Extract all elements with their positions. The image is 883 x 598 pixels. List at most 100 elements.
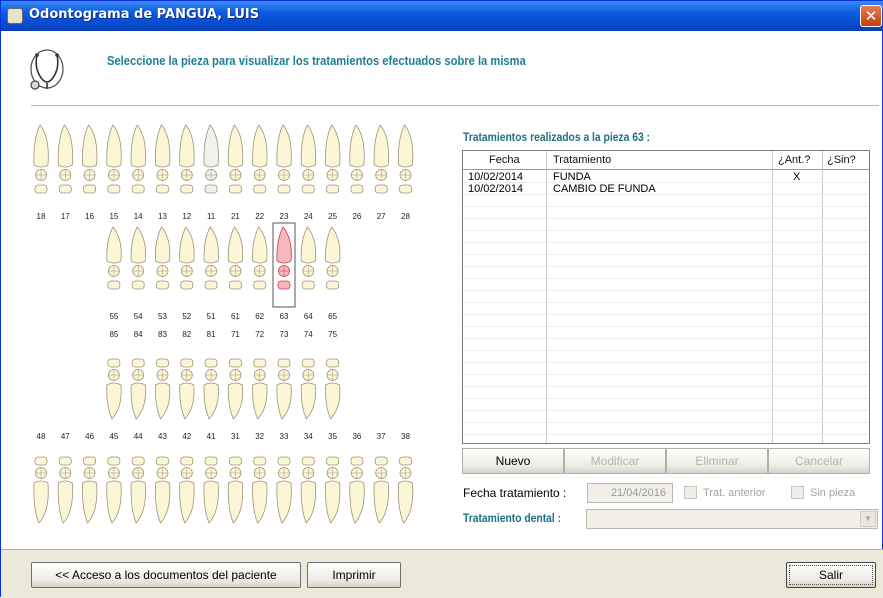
tooth-42[interactable]: [179, 456, 195, 524]
tooth-34[interactable]: [300, 456, 316, 524]
tratamiento-dental-select[interactable]: ▼: [586, 509, 878, 529]
tooth-65[interactable]: [325, 226, 341, 290]
tooth-47[interactable]: [57, 456, 73, 524]
tooth-25[interactable]: [325, 124, 341, 194]
tooth-26[interactable]: [349, 124, 365, 194]
table-row-empty[interactable]: [463, 207, 869, 219]
tooth-53[interactable]: [154, 226, 171, 290]
tooth-51[interactable]: [203, 226, 219, 290]
exit-button[interactable]: Salir: [786, 562, 876, 588]
tooth-14[interactable]: [130, 124, 146, 194]
tooth-61[interactable]: [227, 226, 244, 290]
table-row-empty[interactable]: [463, 363, 869, 375]
table-row-empty[interactable]: [463, 339, 869, 351]
tooth-11[interactable]: [203, 124, 219, 194]
tooth-12[interactable]: [179, 124, 195, 194]
cancelar-button[interactable]: Cancelar: [768, 448, 870, 474]
tooth-82[interactable]: [179, 358, 195, 420]
table-row-empty[interactable]: [463, 195, 869, 207]
tooth-63[interactable]: [272, 222, 296, 308]
tooth-41[interactable]: [203, 456, 219, 524]
tooth-root: [154, 124, 171, 168]
tooth-24[interactable]: [300, 124, 317, 194]
table-row-empty[interactable]: [463, 231, 869, 243]
tooth-36[interactable]: [349, 456, 365, 524]
col-header-sin[interactable]: ¿Sin?: [827, 154, 856, 166]
tooth-28[interactable]: [397, 124, 414, 194]
title-bar[interactable]: Odontograma de PANGUA, LUIS ✕: [1, 1, 883, 31]
tooth-46[interactable]: [82, 456, 98, 524]
tooth-45[interactable]: [106, 456, 122, 524]
sin-pieza-checkbox[interactable]: [791, 486, 804, 499]
table-row-empty[interactable]: [463, 399, 869, 411]
table-row[interactable]: 10/02/2014 FUNDA X: [463, 171, 869, 183]
tooth-62[interactable]: [252, 226, 268, 290]
table-row-empty[interactable]: [463, 291, 869, 303]
table-row-empty[interactable]: [463, 351, 869, 363]
tooth-54[interactable]: [130, 226, 146, 290]
odontogram-chart[interactable]: 18 17 16 15 14 13 12 11 21 22 23 24 25 26 27 28 55 54 53 52…: [29, 119, 437, 539]
tooth-81[interactable]: [203, 358, 219, 420]
print-button[interactable]: Imprimir: [307, 562, 401, 588]
tooth-74[interactable]: [300, 358, 316, 420]
tooth-number: 82: [182, 330, 191, 339]
table-row-empty[interactable]: [463, 279, 869, 291]
table-row-empty[interactable]: [463, 423, 869, 435]
table-row-empty[interactable]: [463, 375, 869, 387]
fecha-tratamiento-field[interactable]: 21/04/2016: [587, 483, 673, 503]
tooth-55[interactable]: [106, 226, 122, 290]
tooth-root: [130, 124, 146, 168]
tooth-44[interactable]: [130, 456, 146, 524]
tooth-22[interactable]: [252, 124, 268, 194]
treatments-table[interactable]: Fecha Tratamiento ¿Ant.? ¿Sin? 10/02/201…: [462, 150, 870, 444]
tooth-18[interactable]: [33, 124, 49, 194]
tooth-52[interactable]: [179, 226, 195, 290]
tooth-number: 34: [304, 432, 313, 441]
table-row-empty[interactable]: [463, 315, 869, 327]
tooth-64[interactable]: [300, 226, 317, 290]
tooth-38[interactable]: [397, 456, 414, 524]
tooth-27[interactable]: [373, 124, 389, 194]
close-button[interactable]: ✕: [860, 5, 882, 27]
tooth-48[interactable]: [33, 456, 49, 524]
tooth-37[interactable]: [373, 456, 389, 524]
trat-anterior-checkbox[interactable]: [684, 486, 697, 499]
table-row-empty[interactable]: [463, 267, 869, 279]
tooth-35[interactable]: [325, 456, 341, 524]
table-row-empty[interactable]: [463, 387, 869, 399]
modificar-button[interactable]: Modificar: [564, 448, 666, 474]
tooth-facial: [253, 358, 267, 368]
header-divider: [31, 105, 879, 107]
patient-documents-button[interactable]: << Acceso a los documentos del paciente: [31, 562, 301, 588]
tooth-facial: [204, 280, 218, 290]
table-row-empty[interactable]: [463, 303, 869, 315]
tooth-16[interactable]: [82, 124, 98, 194]
tooth-84[interactable]: [130, 358, 146, 420]
tooth-71[interactable]: [227, 358, 244, 420]
tooth-73[interactable]: [276, 358, 292, 420]
table-row-empty[interactable]: [463, 255, 869, 267]
table-row-empty[interactable]: [463, 243, 869, 255]
tooth-83[interactable]: [154, 358, 171, 420]
tooth-31[interactable]: [227, 456, 244, 524]
table-row-empty[interactable]: [463, 411, 869, 423]
tooth-85[interactable]: [106, 358, 122, 420]
eliminar-button[interactable]: Eliminar: [666, 448, 768, 474]
tooth-32[interactable]: [252, 456, 268, 524]
tooth-15[interactable]: [106, 124, 122, 194]
tooth-43[interactable]: [154, 456, 171, 524]
table-row[interactable]: 10/02/2014 CAMBIO DE FUNDA: [463, 183, 869, 195]
tooth-17[interactable]: [57, 124, 74, 194]
table-row-empty[interactable]: [463, 327, 869, 339]
tooth-number: 27: [377, 212, 386, 221]
chevron-down-icon[interactable]: ▼: [860, 511, 876, 527]
tooth-21[interactable]: [227, 124, 244, 194]
table-row-empty[interactable]: [463, 219, 869, 231]
tooth-33[interactable]: [276, 456, 292, 524]
tooth-75[interactable]: [325, 358, 341, 420]
tooth-13[interactable]: [154, 124, 171, 194]
nuevo-button[interactable]: Nuevo: [462, 448, 564, 474]
tooth-72[interactable]: [252, 358, 268, 420]
tooth-23[interactable]: [276, 124, 292, 194]
tooth-facial: [180, 456, 194, 466]
